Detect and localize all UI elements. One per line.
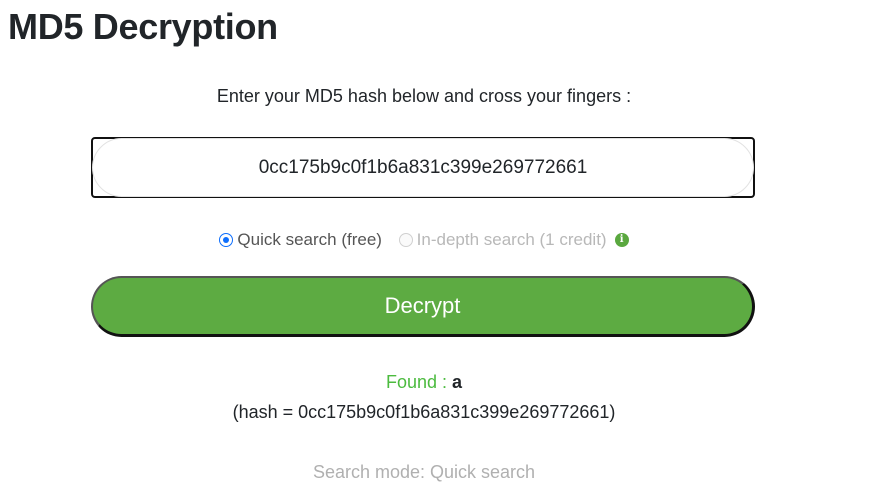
indepth-search-label: In-depth search (1 credit) bbox=[416, 229, 607, 249]
indepth-search-option: In-depth search (1 credit) i bbox=[398, 229, 629, 250]
hash-input[interactable] bbox=[91, 137, 755, 198]
found-value: a bbox=[452, 372, 463, 392]
result-hash-line: (hash = 0cc175b9c0f1b6a831c399e269772661… bbox=[232, 402, 616, 422]
md5-decryption-page: MD5 Decryption Enter your MD5 hash below… bbox=[0, 0, 873, 492]
decrypt-button[interactable]: Decrypt bbox=[91, 276, 755, 337]
result-found: Found : a bbox=[0, 372, 848, 393]
search-options: Quick search (free) In-depth search (1 c… bbox=[0, 229, 848, 250]
quick-search-option[interactable]: Quick search (free) bbox=[219, 230, 382, 250]
found-label: Found : bbox=[385, 372, 447, 392]
quick-search-radio[interactable] bbox=[219, 232, 234, 247]
search-mode-text: Search mode: Quick search bbox=[312, 462, 536, 482]
quick-search-label: Quick search (free) bbox=[237, 229, 382, 249]
indepth-search-radio bbox=[398, 232, 413, 247]
page-title: MD5 Decryption bbox=[8, 6, 278, 47]
instructions-text: Enter your MD5 hash below and cross your… bbox=[216, 86, 632, 106]
info-circle-icon[interactable]: i bbox=[614, 232, 629, 247]
